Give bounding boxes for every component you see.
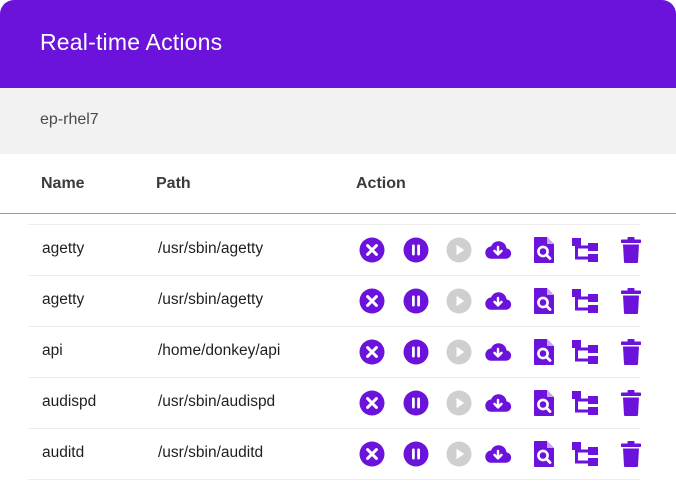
resume-button [445, 338, 473, 366]
kill-button[interactable] [358, 440, 386, 468]
delete-button[interactable] [617, 440, 645, 468]
analyze-button[interactable] [530, 338, 558, 366]
process-name: agetty [42, 240, 85, 257]
process-path: /usr/sbin/agetty [158, 291, 264, 308]
table-row: api/home/donkey/api [28, 327, 641, 378]
column-header-name: Name [41, 175, 85, 192]
suspend-button[interactable] [402, 440, 430, 468]
close-circle-icon [359, 390, 385, 416]
kill-button[interactable] [358, 287, 386, 315]
table-row: agetty/usr/sbin/agetty [28, 224, 641, 276]
process-path: /home/donkey/api [158, 342, 281, 359]
resume-button [445, 440, 473, 468]
analyze-button[interactable] [530, 389, 558, 417]
process-table-body: agetty/usr/sbin/agetty agetty/usr/sbin/ag… [28, 224, 641, 480]
column-header-action: Action [356, 175, 406, 192]
resume-button [445, 236, 473, 264]
analyze-button[interactable] [530, 440, 558, 468]
realtime-actions-card: Real-time Actions ep-rhel7 Name Path Act… [0, 0, 676, 497]
file-search-icon [534, 288, 554, 314]
cloud-download-icon [485, 343, 512, 361]
process-tree-icon [572, 442, 598, 466]
table-row: agetty/usr/sbin/agetty [28, 276, 641, 327]
trash-icon [621, 288, 641, 314]
pause-circle-icon [403, 288, 429, 314]
close-circle-icon [359, 339, 385, 365]
process-path: /usr/sbin/audispd [158, 393, 276, 410]
file-search-icon [534, 339, 554, 365]
analyze-button[interactable] [530, 236, 558, 264]
process-name: auditd [42, 444, 85, 461]
process-tree-icon [572, 238, 598, 262]
delete-button[interactable] [617, 236, 645, 264]
tree-button[interactable] [571, 389, 599, 417]
process-tree-icon [572, 289, 598, 313]
download-button[interactable] [484, 287, 512, 315]
kill-button[interactable] [358, 338, 386, 366]
tree-button[interactable] [571, 440, 599, 468]
tree-button[interactable] [571, 287, 599, 315]
kill-button[interactable] [358, 236, 386, 264]
column-header-path: Path [156, 175, 191, 192]
process-name: agetty [42, 291, 85, 308]
pause-circle-icon [403, 390, 429, 416]
pause-circle-icon [403, 339, 429, 365]
resume-button [445, 389, 473, 417]
download-button[interactable] [484, 440, 512, 468]
table-header: Name Path Action [0, 154, 676, 214]
close-circle-icon [359, 288, 385, 314]
delete-button[interactable] [617, 389, 645, 417]
card-title: Real-time Actions [40, 28, 223, 55]
table-row: auditd/usr/sbin/auditd [28, 429, 641, 480]
process-path: /usr/sbin/auditd [158, 444, 264, 461]
process-path: /usr/sbin/agetty [158, 240, 264, 257]
play-circle-icon [446, 390, 472, 416]
tree-button[interactable] [571, 236, 599, 264]
table-row: audispd/usr/sbin/audispd [28, 378, 641, 429]
cloud-download-icon [485, 292, 512, 310]
suspend-button[interactable] [402, 287, 430, 315]
play-circle-icon [446, 441, 472, 467]
suspend-button[interactable] [402, 236, 430, 264]
resume-button [445, 287, 473, 315]
process-name: audispd [42, 393, 97, 410]
host-name: ep-rhel7 [40, 111, 99, 128]
delete-button[interactable] [617, 287, 645, 315]
trash-icon [621, 441, 641, 467]
cloud-download-icon [485, 445, 512, 463]
process-tree-icon [572, 340, 598, 364]
file-search-icon [534, 390, 554, 416]
file-search-icon [534, 237, 554, 263]
close-circle-icon [359, 237, 385, 263]
host-bar: ep-rhel7 [0, 88, 676, 154]
kill-button[interactable] [358, 389, 386, 417]
play-circle-icon [446, 339, 472, 365]
analyze-button[interactable] [530, 287, 558, 315]
trash-icon [621, 339, 641, 365]
pause-circle-icon [403, 237, 429, 263]
process-name: api [42, 342, 63, 359]
file-search-icon [534, 441, 554, 467]
cloud-download-icon [485, 394, 512, 412]
close-circle-icon [359, 441, 385, 467]
process-tree-icon [572, 391, 598, 415]
play-circle-icon [446, 237, 472, 263]
pause-circle-icon [403, 441, 429, 467]
download-button[interactable] [484, 389, 512, 417]
trash-icon [621, 390, 641, 416]
download-button[interactable] [484, 338, 512, 366]
play-circle-icon [446, 288, 472, 314]
suspend-button[interactable] [402, 389, 430, 417]
delete-button[interactable] [617, 338, 645, 366]
download-button[interactable] [484, 236, 512, 264]
cloud-download-icon [485, 241, 512, 259]
suspend-button[interactable] [402, 338, 430, 366]
tree-button[interactable] [571, 338, 599, 366]
card-header: Real-time Actions [0, 0, 676, 88]
trash-icon [621, 237, 641, 263]
